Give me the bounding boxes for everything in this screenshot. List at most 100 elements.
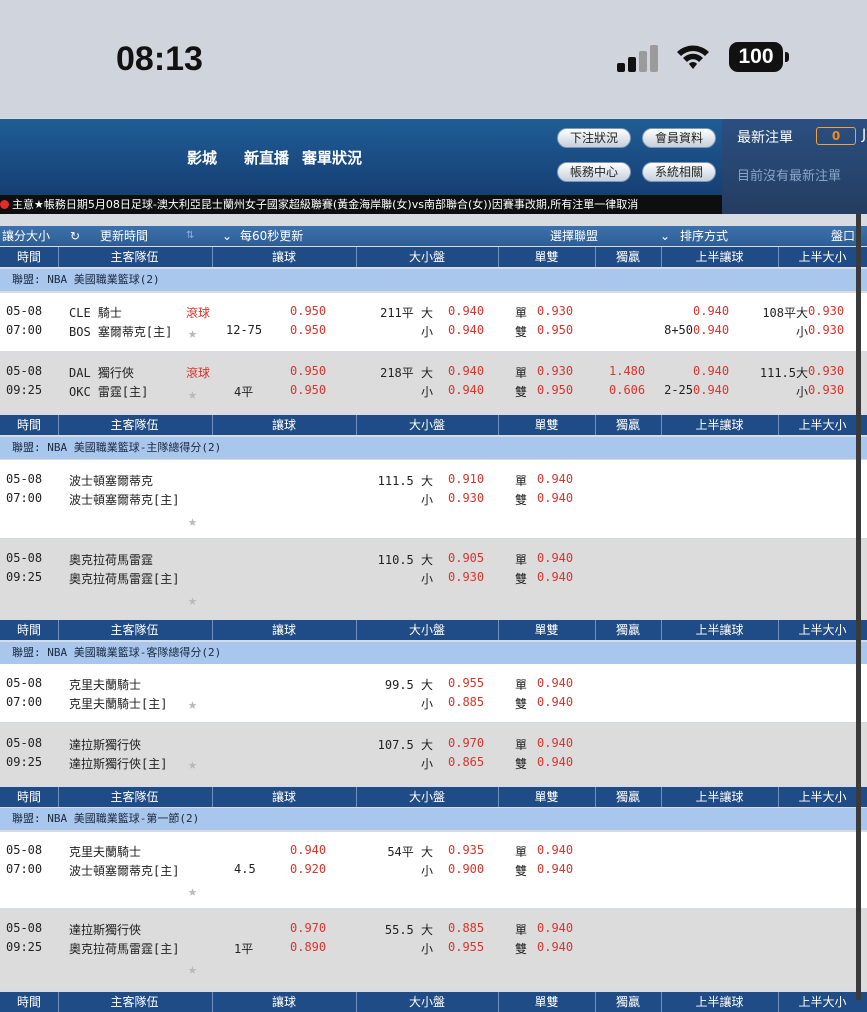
handicap-odds-away[interactable]: 0.940	[290, 843, 326, 857]
odds-toolbar: 讓分大小 ↻ 更新時間 ⇅ ⌄ 每60秒更新 選擇聯盟 ⌄ 排序方式 盤口	[0, 226, 867, 246]
match-time: 09:25	[6, 570, 43, 584]
league-row[interactable]: 聯盟: NBA 美國職業籃球-第一節(2)	[0, 808, 867, 830]
favorite-star-icon[interactable]: ★	[188, 512, 197, 530]
chevron-down-icon: ⌄	[222, 229, 233, 243]
refresh-time-button[interactable]: 更新時間	[100, 226, 148, 246]
announcement-marquee: 主意★帳務日期5月08日足球-澳大利亞昆士蘭州女子國家超級聯賽(黃金海岸聯(女)…	[0, 195, 722, 214]
handicap-odds-away[interactable]: 0.970	[290, 921, 326, 935]
home-team-name: 克里夫蘭騎士[主]	[69, 697, 168, 711]
under-odds[interactable]: 0.930	[448, 491, 484, 505]
over-odds[interactable]: 0.885	[448, 921, 484, 935]
under-label: 小	[420, 385, 433, 399]
under-odds[interactable]: 0.955	[448, 940, 484, 954]
under-odds[interactable]: 0.885	[448, 695, 484, 709]
match-date: 05-08	[6, 551, 43, 565]
first-half-under-odds[interactable]: 0.930	[808, 383, 844, 397]
odd-odds[interactable]: 0.940	[537, 736, 573, 750]
column-header-label: 上半大小	[798, 418, 847, 432]
moneyline-home-odds[interactable]: 0.606	[609, 383, 645, 397]
even-label: 雙	[515, 757, 528, 771]
under-odds[interactable]: 0.865	[448, 755, 484, 769]
over-odds[interactable]: 0.970	[448, 736, 484, 750]
first-half-over-odds[interactable]: 0.930	[808, 364, 844, 378]
column-header-label: 獨贏	[615, 250, 640, 264]
column-header-label: 上半大小	[798, 250, 847, 264]
even-odds[interactable]: 0.950	[537, 323, 573, 337]
under-odds[interactable]: 0.900	[448, 862, 484, 876]
favorite-star-icon[interactable]: ★	[188, 755, 197, 773]
column-header-label: 單雙	[534, 790, 559, 804]
league-row[interactable]: 聯盟: NBA 美國職業籃球-主隊總得分(2)	[0, 437, 867, 459]
handicap-odds-away[interactable]: 0.950	[290, 364, 326, 378]
select-league-button[interactable]: 選擇聯盟	[550, 226, 598, 246]
nav-link-live[interactable]: 新直播	[244, 147, 289, 168]
odd-odds[interactable]: 0.930	[537, 304, 573, 318]
even-odds[interactable]: 0.950	[537, 383, 573, 397]
member-info-button[interactable]: 會員資料	[642, 128, 717, 148]
over-odds[interactable]: 0.955	[448, 676, 484, 690]
odd-label: 單	[515, 474, 528, 488]
over-odds[interactable]: 0.905	[448, 551, 484, 565]
match-date: 05-08	[6, 304, 43, 318]
even-odds[interactable]: 0.940	[537, 755, 573, 769]
first-half-handicap-odds-home[interactable]: 0.940	[693, 383, 729, 397]
first-half-handicap-odds-away[interactable]: 0.940	[693, 364, 729, 378]
odd-odds[interactable]: 0.930	[537, 364, 573, 378]
column-header-label: 獨贏	[615, 418, 640, 432]
favorite-star-icon[interactable]: ★	[188, 591, 197, 609]
moneyline-away-odds[interactable]: 1.480	[609, 364, 645, 378]
system-button[interactable]: 系統相關	[642, 162, 717, 182]
handicap-odds-home[interactable]: 0.950	[290, 383, 326, 397]
column-header-label: 上半讓球	[695, 790, 744, 804]
under-odds[interactable]: 0.940	[448, 383, 484, 397]
odd-odds[interactable]: 0.940	[537, 843, 573, 857]
even-odds[interactable]: 0.940	[537, 695, 573, 709]
league-row[interactable]: 聯盟: NBA 美國職業籃球-客隊總得分(2)	[0, 642, 867, 664]
odds-size-select[interactable]: 讓分大小	[2, 226, 50, 246]
odd-odds[interactable]: 0.940	[537, 551, 573, 565]
first-half-under-odds[interactable]: 0.930	[808, 323, 844, 337]
vertical-scrollbar[interactable]	[856, 214, 861, 1000]
home-team-name: OKC 雷霆[主]	[69, 385, 149, 399]
announcement-text: 主意★帳務日期5月08日足球-澳大利亞昆士蘭州女子國家超級聯賽(黃金海岸聯(女)…	[12, 198, 639, 211]
first-half-over-odds[interactable]: 0.930	[808, 304, 844, 318]
even-odds[interactable]: 0.940	[537, 491, 573, 505]
over-odds[interactable]: 0.910	[448, 472, 484, 486]
refresh-interval-select[interactable]: 每60秒更新	[240, 226, 303, 246]
refresh-icon[interactable]: ↻	[70, 226, 80, 246]
handicap-odds-home[interactable]: 0.890	[290, 940, 326, 954]
favorite-star-icon[interactable]: ★	[188, 882, 197, 900]
favorite-star-icon[interactable]: ★	[188, 385, 197, 403]
nav-link-ticket-status[interactable]: 審單狀況	[302, 147, 362, 168]
favorite-star-icon[interactable]: ★	[188, 960, 197, 978]
under-odds[interactable]: 0.940	[448, 323, 484, 337]
handicap-odds-away[interactable]: 0.950	[290, 304, 326, 318]
even-odds[interactable]: 0.940	[537, 862, 573, 876]
even-odds[interactable]: 0.940	[537, 570, 573, 584]
market-select[interactable]: 盤口	[831, 226, 855, 246]
over-odds[interactable]: 0.935	[448, 843, 484, 857]
nav-link-cinema[interactable]: 影城	[187, 147, 217, 168]
even-odds[interactable]: 0.940	[537, 940, 573, 954]
column-header-label: 時間	[16, 790, 41, 804]
over-under-line: 218平 大	[380, 366, 433, 380]
sort-select[interactable]: 排序方式	[680, 226, 728, 246]
odd-odds[interactable]: 0.940	[537, 676, 573, 690]
favorite-star-icon[interactable]: ★	[188, 695, 197, 713]
over-odds[interactable]: 0.940	[448, 364, 484, 378]
first-half-handicap-odds-home[interactable]: 0.940	[693, 323, 729, 337]
under-odds[interactable]: 0.930	[448, 570, 484, 584]
favorite-star-icon[interactable]: ★	[188, 324, 197, 342]
handicap-odds-home[interactable]: 0.950	[290, 323, 326, 337]
over-odds[interactable]: 0.940	[448, 304, 484, 318]
odd-odds[interactable]: 0.940	[537, 472, 573, 486]
first-half-handicap-odds-away[interactable]: 0.940	[693, 304, 729, 318]
over-under-line: 211平 大	[380, 306, 433, 320]
account-center-button[interactable]: 帳務中心	[557, 162, 632, 182]
bet-status-button[interactable]: 下注狀況	[557, 128, 632, 148]
column-header-label: 讓球	[271, 623, 296, 637]
match-row: 05-08 09:25 達拉斯獨行俠 達拉斯獨行俠[主] ★ 107.5 大小 0.970 0…	[0, 724, 867, 784]
odd-odds[interactable]: 0.940	[537, 921, 573, 935]
handicap-odds-home[interactable]: 0.920	[290, 862, 326, 876]
league-row[interactable]: 聯盟: NBA 美國職業籃球(2)	[0, 269, 867, 291]
